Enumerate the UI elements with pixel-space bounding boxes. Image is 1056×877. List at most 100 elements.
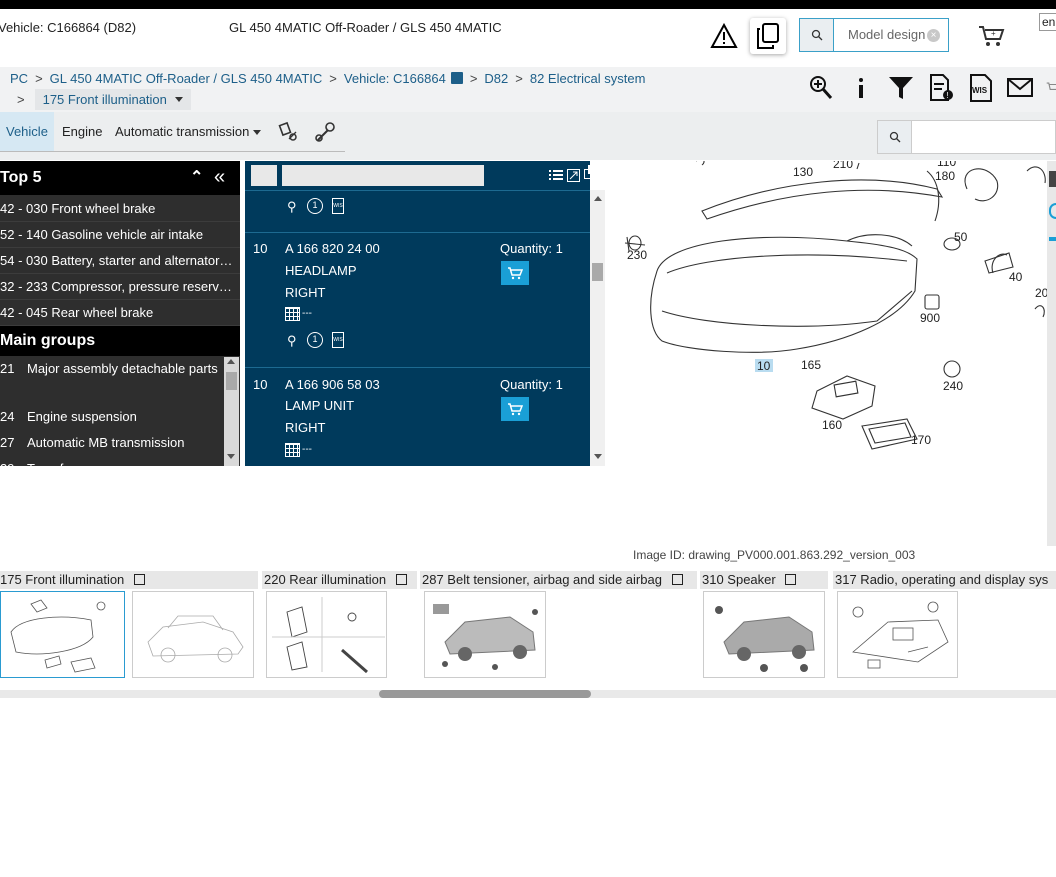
part-number[interactable]: A 166 820 24 00 (285, 241, 380, 256)
key-icon[interactable]: ⚲ (287, 333, 297, 349)
scroll-thumb[interactable] (379, 690, 591, 698)
collapse-icon[interactable]: « (214, 160, 225, 194)
scrollbar[interactable] (224, 357, 239, 466)
thumbnail-label[interactable]: 220 Rear illumination (262, 571, 417, 589)
clock-icon[interactable]: 1 (307, 332, 323, 348)
thumbnail-label[interactable]: 317 Radio, operating and display sys (833, 571, 1056, 589)
callout-20[interactable]: 20 (1035, 286, 1047, 300)
copy-small-icon[interactable] (450, 72, 463, 84)
part-row[interactable]: 10 A 166 906 58 03 LAMP UNIT RIGHT --- Q… (245, 369, 590, 466)
parts-search-input[interactable] (877, 120, 1056, 154)
edit-icon[interactable] (671, 574, 683, 585)
subgroup-dropdown[interactable]: 175 Front illumination (34, 89, 191, 110)
top5-item[interactable]: 42 - 045 Rear wheel brake (0, 300, 240, 326)
callout-240[interactable]: 240 (943, 379, 963, 393)
warning-icon[interactable] (709, 23, 739, 49)
part-row[interactable]: 10 A 166 820 24 00 HEADLAMP RIGHT --- Qu… (245, 233, 590, 368)
edit-icon[interactable] (785, 574, 797, 585)
parts-filter-input[interactable] (282, 165, 484, 186)
thumbnail-label[interactable]: 310 Speaker (700, 571, 828, 589)
breadcrumb-item[interactable]: GL 450 4MATIC Off-Roader / GLS 450 4MATI… (50, 71, 323, 86)
language-select[interactable]: en (1039, 13, 1056, 31)
tab-automatic-transmission[interactable]: Automatic transmission (109, 112, 267, 152)
model-search-input[interactable]: Model design × (799, 18, 949, 52)
edit-icon[interactable] (133, 574, 145, 585)
thumbnail-belt-tensioner-airbag[interactable] (424, 591, 546, 678)
wis-doc-icon[interactable]: WIS (332, 198, 344, 214)
breadcrumb-item[interactable]: D82 (484, 71, 508, 86)
top5-item[interactable]: 42 - 030 Front wheel brake (0, 196, 240, 222)
add-to-cart-button[interactable] (501, 397, 529, 421)
cart-icon[interactable] (1046, 73, 1056, 103)
main-group-item[interactable]: 27 Automatic MB transmission (0, 432, 222, 454)
tab-engine[interactable]: Engine (56, 112, 108, 152)
top5-item[interactable]: 52 - 140 Gasoline vehicle air intake (0, 222, 240, 248)
callout-130[interactable]: 130 (793, 165, 813, 179)
table-icon[interactable] (285, 307, 300, 321)
filter-icon[interactable] (886, 73, 916, 103)
scroll-down-icon[interactable] (594, 454, 602, 459)
paint-icon[interactable] (277, 120, 301, 144)
callout-50[interactable]: 50 (954, 230, 968, 244)
side-tool-icon[interactable] (1049, 171, 1056, 187)
callout-230[interactable]: 230 (627, 248, 647, 262)
info-icon[interactable] (846, 73, 876, 103)
breadcrumb-item[interactable]: PC (10, 71, 28, 86)
part-number[interactable]: A 166 906 58 03 (285, 377, 380, 392)
add-to-cart-button[interactable] (501, 261, 529, 285)
zoom-icon[interactable] (806, 73, 836, 103)
side-tool-icon[interactable] (1049, 237, 1056, 241)
clock-icon[interactable]: 1 (307, 198, 323, 214)
callout-160[interactable]: 160 (822, 418, 842, 432)
thumbnail-radio-display[interactable] (837, 591, 958, 678)
thumbnail-label[interactable]: 287 Belt tensioner, airbag and side airb… (420, 571, 697, 589)
cart-icon[interactable]: + (976, 22, 1006, 50)
scroll-up-icon[interactable] (227, 359, 235, 364)
popout-icon[interactable] (583, 164, 599, 180)
scroll-down-icon[interactable] (227, 454, 235, 459)
tab-vehicle[interactable]: Vehicle (0, 112, 54, 152)
right-side-panel[interactable] (1047, 161, 1056, 546)
callout-210[interactable]: 210 (833, 161, 853, 171)
callout-165[interactable]: 165 (801, 358, 821, 372)
scroll-thumb[interactable] (226, 372, 237, 390)
list-view-icon[interactable] (548, 167, 564, 183)
scrollbar[interactable] (590, 190, 605, 466)
callout-110[interactable]: 110 (937, 161, 956, 169)
mail-icon[interactable] (1006, 73, 1036, 103)
callout-180[interactable]: 180 (935, 169, 955, 183)
copy-icon[interactable] (750, 18, 786, 54)
thumbnail-speaker[interactable] (703, 591, 825, 678)
document-icon[interactable]: ! (926, 73, 956, 103)
callout-10[interactable]: 10 (757, 359, 771, 373)
top5-item[interactable]: 32 - 233 Compressor, pressure reserv… (0, 274, 240, 300)
parts-drawing[interactable]: 210 130 110 180 230 50 40 20 900 10 165 … (607, 161, 1047, 466)
wis-icon[interactable]: WIS (966, 73, 996, 103)
breadcrumb-item[interactable]: 82 Electrical system (530, 71, 646, 86)
clear-icon[interactable]: × (927, 29, 940, 42)
thumbnail-rear-illumination-detail[interactable] (266, 591, 387, 678)
thumbnail-label[interactable]: 175 Front illumination (0, 571, 258, 589)
scroll-up-icon[interactable] (594, 196, 602, 201)
top5-item[interactable]: 54 - 030 Battery, starter and alternator… (0, 248, 240, 274)
main-group-item[interactable]: 29Transf... (0, 458, 222, 466)
chevron-up-icon[interactable]: ⌃ (190, 161, 203, 195)
table-icon[interactable] (285, 443, 300, 457)
key-icon[interactable]: ⚲ (287, 199, 297, 215)
breadcrumb-item[interactable]: Vehicle: C166864 (344, 71, 446, 86)
callout-40[interactable]: 40 (1009, 270, 1023, 284)
thumbnail-front-illumination[interactable] (0, 591, 125, 678)
search-icon[interactable] (800, 19, 834, 51)
search-icon[interactable] (878, 121, 912, 153)
side-tool-icon[interactable] (1049, 203, 1056, 219)
edit-icon[interactable] (395, 574, 407, 585)
thumbnail-rear-illumination[interactable] (132, 591, 254, 678)
callout-900[interactable]: 900 (920, 311, 940, 325)
select-all-checkbox[interactable] (251, 165, 277, 186)
main-group-item[interactable]: 24 Engine suspension (0, 406, 222, 428)
scroll-thumb[interactable] (592, 263, 603, 281)
tools-icon[interactable] (313, 120, 337, 144)
main-group-item[interactable]: 21 Major assembly detachable parts (0, 358, 222, 380)
callout-170[interactable]: 170 (911, 433, 931, 447)
expand-icon[interactable] (565, 167, 581, 183)
